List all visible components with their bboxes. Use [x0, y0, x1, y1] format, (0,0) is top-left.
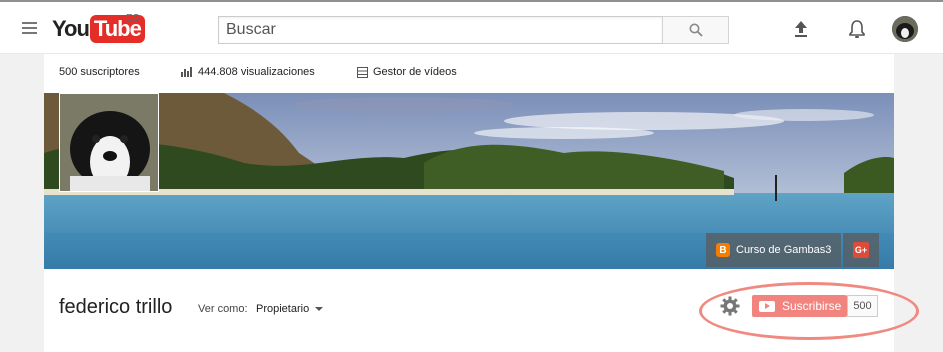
view-as-value: Propietario [256, 303, 310, 315]
country-code: ES [126, 13, 140, 24]
channel-stats-bar: 500 suscriptores 444.808 visualizaciones… [44, 54, 894, 92]
video-manager-link[interactable]: Gestor de vídeos [357, 66, 457, 78]
subscriber-count-badge: 500 [847, 295, 878, 317]
search-icon [689, 23, 703, 37]
search-bar [218, 16, 729, 44]
logo-you-text: You [52, 16, 90, 41]
top-bar: You Tube ES [0, 0, 943, 54]
chevron-down-icon [315, 307, 324, 311]
views-stat[interactable]: 444.808 visualizaciones [181, 66, 315, 78]
channel-banner: B Curso de Gambas3 G+ [44, 93, 894, 269]
hamburger-icon[interactable] [22, 22, 37, 34]
subscribers-stat[interactable]: 500 suscriptores [59, 66, 140, 78]
subscribe-label: Suscribirse [782, 299, 842, 313]
google-plus-link-button[interactable]: G+ [843, 233, 879, 267]
blogger-icon: B [716, 243, 730, 257]
search-button[interactable] [662, 16, 729, 44]
search-input[interactable] [218, 16, 662, 44]
blog-link-button[interactable]: B Curso de Gambas3 [706, 233, 841, 267]
youtube-logo[interactable]: You Tube ES [52, 13, 145, 43]
video-manager-label: Gestor de vídeos [373, 66, 457, 78]
upload-icon[interactable] [790, 18, 812, 40]
google-plus-icon: G+ [853, 242, 869, 258]
channel-name: federico trillo [59, 296, 173, 318]
subscribe-button[interactable]: Suscribirse [752, 295, 847, 317]
blog-link-label: Curso de Gambas3 [736, 244, 832, 256]
views-label: 444.808 visualizaciones [198, 66, 315, 78]
view-as-dropdown[interactable]: Propietario [256, 303, 324, 315]
view-as-label: Ver como: [198, 303, 248, 315]
bell-icon[interactable] [846, 18, 868, 40]
channel-profile-picture[interactable] [59, 93, 159, 192]
subscribers-label: 500 suscriptores [59, 66, 140, 78]
bar-chart-icon [181, 67, 192, 77]
gear-icon[interactable] [719, 295, 741, 317]
avatar[interactable] [892, 16, 918, 42]
channel-card: 500 suscriptores 444.808 visualizaciones… [44, 54, 894, 352]
video-manager-icon [357, 66, 368, 78]
youtube-play-icon [759, 300, 775, 312]
